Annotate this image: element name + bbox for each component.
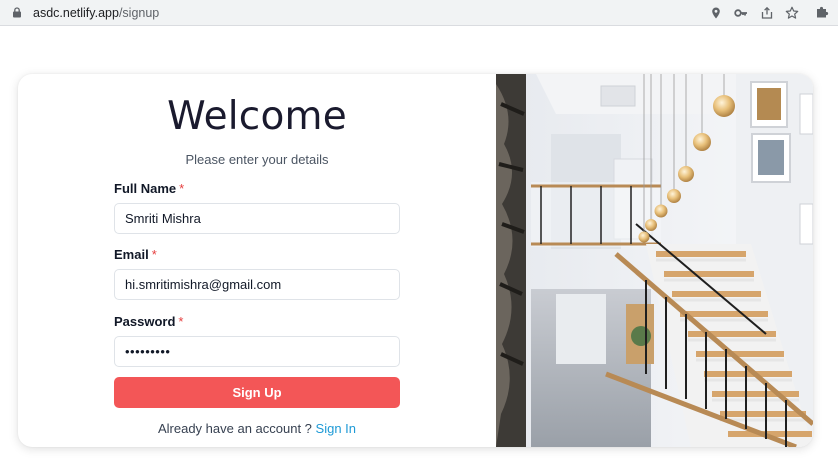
full-name-field[interactable]: Smriti Mishra <box>114 203 400 234</box>
required-mark: * <box>151 247 157 262</box>
email-field[interactable]: hi.smritimishra@gmail.com <box>114 269 400 300</box>
email-label-text: Email <box>114 247 149 262</box>
location-pin-icon[interactable] <box>709 6 723 20</box>
url-domain: asdc.netlify.app <box>33 6 119 20</box>
sign-in-prompt-text: Already have an account ? <box>157 421 312 436</box>
full-name-label-text: Full Name <box>114 181 177 196</box>
sign-in-prompt: Already have an account ? Sign In <box>18 421 496 436</box>
star-icon[interactable] <box>785 6 799 20</box>
sign-up-button[interactable]: Sign Up <box>114 377 400 408</box>
url-path: /signup <box>118 6 160 20</box>
staircase-interior-photo <box>496 74 813 447</box>
page-title: Welcome <box>167 94 347 139</box>
browser-toolbar: asdc.netlify.app/signup <box>0 0 838 26</box>
password-label: Password * <box>114 314 183 329</box>
key-icon[interactable] <box>734 6 748 20</box>
password-field[interactable]: ••••••••• <box>114 336 400 367</box>
email-label: Email * <box>114 247 157 262</box>
lock-icon[interactable] <box>12 7 22 18</box>
extension-puzzle-icon[interactable] <box>815 5 829 19</box>
photo-illustration <box>496 74 813 447</box>
address-bar[interactable]: asdc.netlify.app/signup <box>4 2 808 23</box>
password-label-text: Password <box>114 314 176 329</box>
signup-card: Welcome Please enter your details Full N… <box>18 74 813 447</box>
share-icon[interactable] <box>760 6 774 20</box>
required-mark: * <box>179 181 185 196</box>
url-text[interactable]: asdc.netlify.app/signup <box>33 6 159 20</box>
page-subtitle: Please enter your details <box>185 152 329 167</box>
required-mark: * <box>178 314 184 329</box>
sign-in-link[interactable]: Sign In <box>316 421 356 436</box>
full-name-label: Full Name * <box>114 181 184 196</box>
